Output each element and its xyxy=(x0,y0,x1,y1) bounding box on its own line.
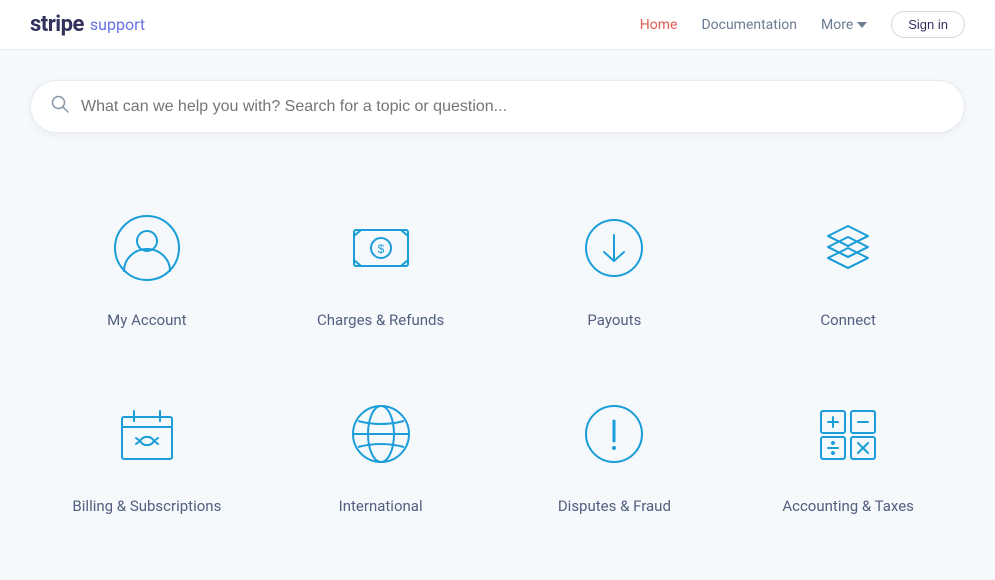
connect-icon xyxy=(803,203,893,293)
international-icon xyxy=(336,389,426,479)
billing-icon xyxy=(102,389,192,479)
payouts-label: Payouts xyxy=(587,311,641,329)
category-payouts[interactable]: Payouts xyxy=(498,173,732,359)
chevron-down-icon xyxy=(857,22,867,28)
header: stripe support Home Documentation More S… xyxy=(0,0,995,50)
my-account-label: My Account xyxy=(107,311,186,329)
category-accounting[interactable]: Accounting & Taxes xyxy=(731,359,965,545)
categories-grid: My Account $ Charges & Refunds xyxy=(0,153,995,575)
international-label: International xyxy=(339,497,423,515)
sign-in-button[interactable]: Sign in xyxy=(891,11,965,38)
accounting-icon xyxy=(803,389,893,479)
search-input[interactable] xyxy=(81,98,944,116)
nav: Home Documentation More Sign in xyxy=(640,11,965,38)
search-section xyxy=(0,50,995,153)
disputes-icon xyxy=(569,389,659,479)
my-account-icon xyxy=(102,203,192,293)
logo-support: support xyxy=(90,15,145,34)
category-my-account[interactable]: My Account xyxy=(30,173,264,359)
charges-refunds-label: Charges & Refunds xyxy=(317,311,444,329)
nav-docs[interactable]: Documentation xyxy=(701,17,797,33)
logo: stripe support xyxy=(30,12,145,37)
disputes-label: Disputes & Fraud xyxy=(558,497,671,515)
category-international[interactable]: International xyxy=(264,359,498,545)
nav-home[interactable]: Home xyxy=(640,17,678,33)
svg-text:$: $ xyxy=(377,242,384,256)
category-connect[interactable]: Connect xyxy=(731,173,965,359)
category-billing[interactable]: Billing & Subscriptions xyxy=(30,359,264,545)
billing-label: Billing & Subscriptions xyxy=(72,497,221,515)
charges-refunds-icon: $ xyxy=(336,203,426,293)
search-icon xyxy=(51,95,69,118)
connect-label: Connect xyxy=(820,311,876,329)
nav-more[interactable]: More xyxy=(821,17,867,33)
logo-stripe: stripe xyxy=(30,12,84,37)
category-charges-refunds[interactable]: $ Charges & Refunds xyxy=(264,173,498,359)
nav-more-label: More xyxy=(821,17,853,33)
category-disputes[interactable]: Disputes & Fraud xyxy=(498,359,732,545)
payouts-icon xyxy=(569,203,659,293)
accounting-label: Accounting & Taxes xyxy=(782,497,914,515)
search-bar xyxy=(30,80,965,133)
